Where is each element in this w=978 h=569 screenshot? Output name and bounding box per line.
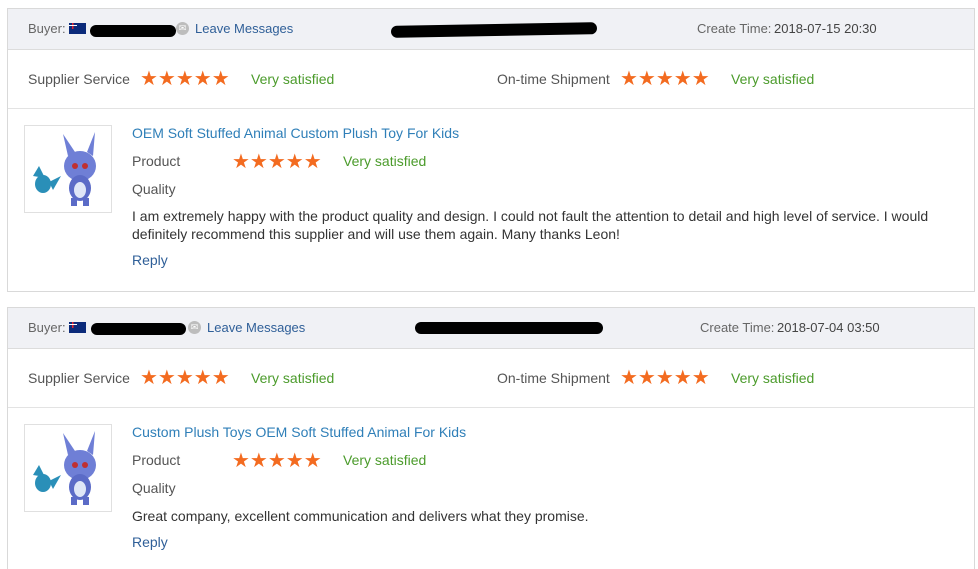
reply-link[interactable]: Reply: [132, 252, 168, 268]
supplier-service-rating: Very satisfied: [251, 370, 335, 386]
redacted-order-number: [415, 322, 603, 334]
supplier-service-rating: Very satisfied: [251, 71, 335, 87]
plush-toy-image: [33, 431, 96, 505]
buyer-label: Buyer:: [28, 21, 66, 36]
create-time-label: Create Time:: [700, 320, 775, 335]
review-header: Buyer: ✉ Leave Messages Create Time: 201…: [8, 308, 974, 349]
ontime-shipment-rating: Very satisfied: [731, 370, 815, 386]
review-header: Buyer: ✉ Leave Messages Create Time: 201…: [8, 9, 974, 50]
product-title-link[interactable]: Custom Plush Toys OEM Soft Stuffed Anima…: [132, 424, 466, 440]
product-thumbnail[interactable]: [24, 424, 112, 512]
buyer-label: Buyer:: [28, 320, 66, 335]
ontime-shipment-rating: Very satisfied: [731, 71, 815, 87]
product-rating: Very satisfied: [343, 452, 427, 468]
supplier-service-stars: ★★★★★: [140, 367, 230, 389]
australia-flag-icon: [69, 23, 86, 34]
product-thumbnail[interactable]: [24, 125, 112, 213]
product-stars: ★★★★★: [232, 151, 322, 173]
supplier-service-label: Supplier Service: [28, 370, 130, 386]
supplier-service-label: Supplier Service: [28, 71, 130, 87]
message-icon: ✉: [176, 22, 189, 35]
review-text: I am extremely happy with the product qu…: [132, 208, 929, 242]
review-card: Buyer: ✉ Leave Messages Create Time: 201…: [7, 8, 975, 292]
ontime-shipment-stars: ★★★★★: [620, 367, 710, 389]
plush-toy-image: [33, 132, 96, 206]
quality-label: Quality: [132, 181, 176, 197]
review-card: Buyer: ✉ Leave Messages Create Time: 201…: [7, 307, 975, 569]
quality-label: Quality: [132, 480, 176, 496]
ontime-shipment-label: On-time Shipment: [497, 370, 610, 386]
product-label: Product: [132, 153, 181, 169]
product-section: Custom Plush Toys OEM Soft Stuffed Anima…: [8, 408, 974, 568]
leave-messages-link[interactable]: Leave Messages: [195, 9, 293, 49]
product-title-link[interactable]: OEM Soft Stuffed Animal Custom Plush Toy…: [132, 125, 459, 141]
redacted-order-number: [390, 22, 598, 38]
leave-messages-link[interactable]: Leave Messages: [207, 308, 305, 348]
product-rating: Very satisfied: [343, 153, 427, 169]
rating-row: Supplier Service ★★★★★ Very satisfied On…: [8, 50, 974, 109]
create-time-label: Create Time:: [697, 21, 772, 36]
create-time-value: 2018-07-15 20:30: [774, 21, 877, 36]
rating-row: Supplier Service ★★★★★ Very satisfied On…: [8, 349, 974, 408]
review-text: Great company, excellent communication a…: [132, 508, 589, 524]
redacted-buyer-name: [91, 323, 186, 335]
ontime-shipment-stars: ★★★★★: [620, 68, 710, 90]
supplier-service-stars: ★★★★★: [140, 68, 230, 90]
message-icon: ✉: [188, 321, 201, 334]
reply-link[interactable]: Reply: [132, 534, 168, 550]
product-label: Product: [132, 452, 181, 468]
australia-flag-icon: [69, 322, 86, 333]
product-section: OEM Soft Stuffed Animal Custom Plush Toy…: [8, 109, 974, 293]
product-stars: ★★★★★: [232, 450, 322, 472]
redacted-buyer-name: [90, 25, 176, 37]
create-time-value: 2018-07-04 03:50: [777, 320, 880, 335]
ontime-shipment-label: On-time Shipment: [497, 71, 610, 87]
